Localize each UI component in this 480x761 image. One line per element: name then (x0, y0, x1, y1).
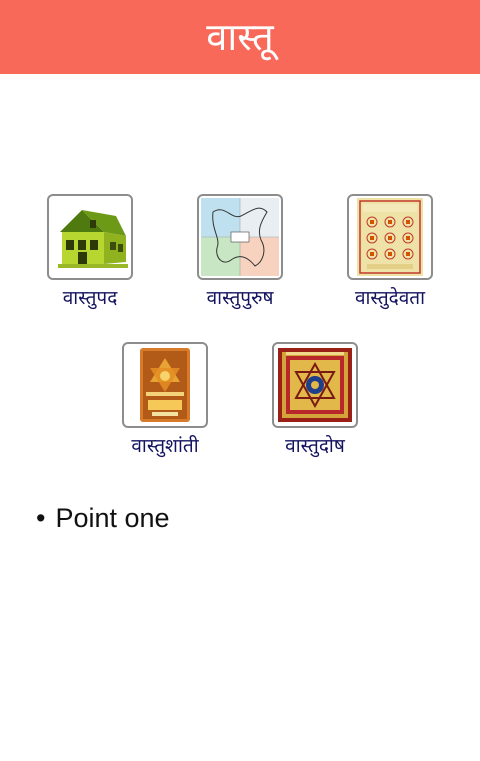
tile-vastushanti[interactable]: वास्तुशांती (90, 342, 240, 458)
tile-vastushanti-label: वास्तुशांती (131, 435, 199, 457)
app-header: वास्तू (0, 0, 480, 74)
tile-vastudosh-button[interactable] (272, 342, 358, 428)
vastu-purush-diagram-icon (201, 198, 279, 276)
tile-vastudevta[interactable]: वास्तुदेवता (315, 194, 465, 310)
dosh-yantra-icon (278, 348, 352, 422)
tile-vastushanti-button[interactable] (122, 342, 208, 428)
tile-vastudosh[interactable]: वास्तुदोष (240, 342, 390, 458)
tile-vastupurush-button[interactable] (197, 194, 283, 280)
bullet-dot: • (36, 503, 46, 533)
tile-vastupad-label: वास्तुपद (62, 287, 118, 309)
tile-vastupad-button[interactable] (47, 194, 133, 280)
bullet-text: Point one (55, 503, 170, 533)
yantra-grid-icon (357, 198, 423, 276)
tile-vastupurush-label: वास्तुपुरुष (206, 287, 274, 309)
shanti-yantra-icon (140, 348, 190, 422)
tile-vastupurush[interactable]: वास्तुपुरुष (165, 194, 315, 310)
house-icon (58, 210, 128, 268)
tile-vastudevta-button[interactable] (347, 194, 433, 280)
tile-vastupad[interactable]: वास्तुपद (15, 194, 165, 310)
tile-vastudevta-label: वास्तुदेवता (354, 287, 426, 309)
bullet-list: • Point one (36, 498, 170, 538)
tile-vastudosh-label: वास्तुदोष (285, 435, 345, 457)
page-title: वास्तू (206, 15, 274, 59)
list-item: • Point one (36, 498, 170, 538)
